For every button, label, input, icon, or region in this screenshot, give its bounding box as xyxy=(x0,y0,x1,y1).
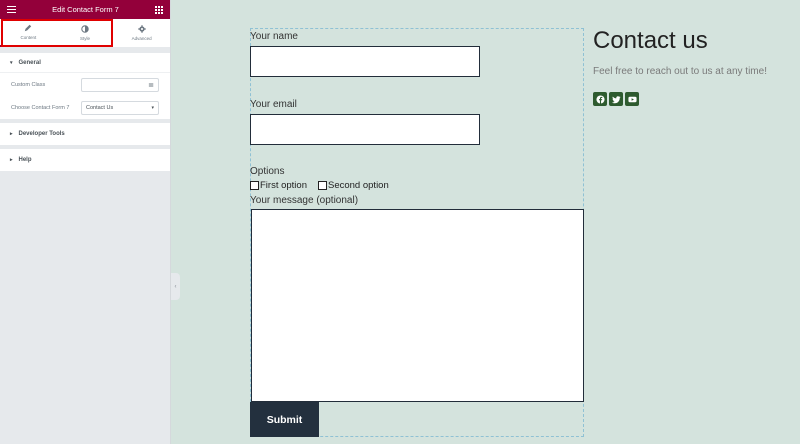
option-second[interactable]: Second option xyxy=(318,180,389,191)
options-label: Options xyxy=(250,166,285,177)
name-input[interactable] xyxy=(250,46,480,77)
tab-style[interactable]: Style xyxy=(57,19,114,47)
dynamic-tags-icon[interactable]: ≣ xyxy=(148,81,154,89)
panel-title: Edit Contact Form 7 xyxy=(52,5,119,14)
editor-panel: Edit Contact Form 7 Content Style Advanc… xyxy=(0,0,171,444)
pencil-icon xyxy=(25,24,32,32)
widgets-grid-icon[interactable] xyxy=(154,5,163,14)
choose-form-select[interactable]: Contact Us ▾ xyxy=(81,100,159,115)
panel-collapse-handle[interactable]: ‹ xyxy=(171,273,180,300)
section-general-toggle[interactable]: ▾ General xyxy=(0,53,170,73)
twitter-icon[interactable] xyxy=(609,92,623,106)
custom-class-control: Custom Class ≣ xyxy=(0,73,170,96)
tab-advanced-label: Advanced xyxy=(131,36,152,41)
message-label: Your message (optional) xyxy=(250,195,359,206)
gear-icon xyxy=(137,25,146,33)
choose-form-value: Contact Us xyxy=(86,104,114,111)
youtube-icon[interactable] xyxy=(625,92,639,106)
section-developer-tools-title: Developer Tools xyxy=(18,131,65,137)
tab-style-label: Style xyxy=(80,36,91,41)
choose-form-label: Choose Contact Form 7 xyxy=(11,104,70,111)
option-first-label: First option xyxy=(260,180,307,191)
option-second-label: Second option xyxy=(328,180,389,191)
email-label: Your email xyxy=(250,99,297,110)
section-help[interactable]: ▸ Help xyxy=(0,149,170,171)
caret-right-icon: ▸ xyxy=(10,157,13,163)
options-group: First option Second option xyxy=(250,180,389,191)
option-first[interactable]: First option xyxy=(250,180,307,191)
caret-down-icon: ▾ xyxy=(10,59,13,66)
option-second-checkbox[interactable] xyxy=(318,181,327,190)
hamburger-menu-icon[interactable] xyxy=(7,6,16,13)
caret-right-icon: ▸ xyxy=(10,131,13,137)
name-label: Your name xyxy=(250,31,298,42)
email-input[interactable] xyxy=(250,114,480,145)
section-general: ▾ General Custom Class ≣ Choose Contact … xyxy=(0,53,170,119)
contact-title: Contact us xyxy=(593,27,708,54)
chevron-left-icon: ‹ xyxy=(174,283,177,290)
submit-button[interactable]: Submit xyxy=(250,402,319,437)
option-first-checkbox[interactable] xyxy=(250,181,259,190)
choose-form-control: Choose Contact Form 7 Contact Us ▾ xyxy=(0,96,170,119)
chevron-down-icon: ▾ xyxy=(151,104,154,111)
social-icons xyxy=(593,92,639,106)
tab-content-label: Content xyxy=(20,35,37,40)
panel-tabs: Content Style Advanced xyxy=(0,19,170,47)
custom-class-input[interactable]: ≣ xyxy=(81,77,159,92)
message-textarea[interactable] xyxy=(251,209,584,402)
panel-header: Edit Contact Form 7 xyxy=(0,0,170,19)
section-help-title: Help xyxy=(18,157,32,163)
tab-advanced[interactable]: Advanced xyxy=(113,19,170,47)
facebook-icon[interactable] xyxy=(593,92,607,106)
contact-subtitle: Feel free to reach out to us at any time… xyxy=(593,66,767,77)
half-circle-icon xyxy=(81,25,89,33)
tab-content[interactable]: Content xyxy=(0,19,57,47)
section-general-title: General xyxy=(18,59,41,66)
section-developer-tools[interactable]: ▸ Developer Tools xyxy=(0,123,170,145)
custom-class-label: Custom Class xyxy=(11,81,46,88)
